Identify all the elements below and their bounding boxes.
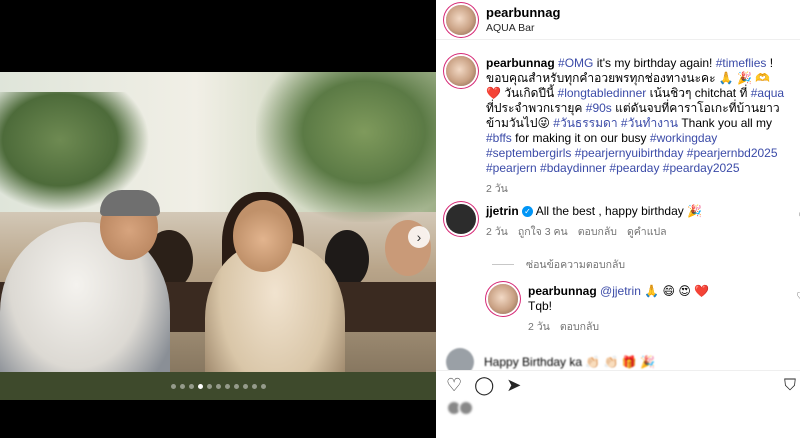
avatar[interactable] [446,4,476,35]
hashtag-link[interactable]: #aqua [751,86,784,100]
caption-segment: for making it on our busy [511,131,650,145]
carousel-dot [206,384,212,389]
comment-text: All the best , happy birthday 🎉 [535,204,703,218]
photo-man-cap [100,190,160,216]
reply-time: 2 วัน [528,321,550,333]
caption-segment: it's my birthday again! [593,56,716,70]
carousel-dot [224,384,230,389]
post-header: pearbunnag AQUA Bar [436,0,800,40]
carousel-dot [233,384,239,389]
hashtag-link[interactable]: #วันธรรมดา [553,116,617,130]
carousel-dot [170,384,176,389]
hashtag-link[interactable]: #วันทำงาน [621,116,678,130]
likes-summary[interactable] [446,400,474,416]
carousel-dot [260,384,266,389]
carousel-dot [242,384,248,389]
caption: pearbunnag #OMG it's my birthday again! … [446,56,796,197]
reply-item: pearbunnag @jjetrin 🙏 😄 😍 ❤️ Tqb! 2 วัน … [488,284,800,335]
carousel-dot [188,384,194,389]
divider [492,264,514,265]
comments-section: pearbunnag #OMG it's my birthday again! … [436,52,800,370]
carousel-dot [179,384,185,389]
hashtag-link[interactable]: #bffs [486,131,512,145]
caption-text: pearbunnag #OMG it's my birthday again! … [486,56,786,176]
hide-replies-label: ซ่อนข้อความตอบกลับ [526,259,626,271]
post-username[interactable]: pearbunnag [486,5,560,20]
comment-item: Happy Birthday ka 👏🏻 👏🏻 🎁 🎉 [446,348,796,370]
reply-mention[interactable]: @jjetrin [600,284,641,298]
carousel-next-button[interactable]: › [408,226,430,248]
hide-replies-toggle[interactable]: ซ่อนข้อความตอบกลับ [492,256,625,273]
comment-username[interactable]: jjetrin [486,204,519,218]
post-media: › [0,0,436,438]
carousel-dot [197,384,203,389]
chevron-right-icon: › [416,229,422,245]
comment-translate-button[interactable]: ดูคำแปล [627,225,667,240]
caption-segment: ที่ประจำพวกเรายุค [486,101,586,115]
post-photo[interactable] [0,72,436,400]
avatar[interactable] [446,56,476,86]
carousel-indicator [0,384,436,389]
heart-icon[interactable]: ♡ [446,375,462,396]
comment-reply-button[interactable]: ตอบกลับ [578,225,617,240]
reply-reply-button[interactable]: ตอบกลับ [560,320,599,335]
hashtag-link[interactable]: #90s [586,101,612,115]
post-location[interactable]: AQUA Bar [486,22,560,34]
comment-likes-count[interactable]: ถูกใจ 3 คน [518,225,568,240]
caption-segment: Thank you all my [678,116,773,130]
comment-time: 2 วัน [486,226,508,238]
reply-text-line2: Tqb! [528,299,553,313]
avatar[interactable] [488,284,518,314]
comment-text: Happy Birthday ka 👏🏻 👏🏻 🎁 🎉 [484,355,656,369]
reply-username[interactable]: pearbunnag [528,284,597,298]
comment-item: jjetrin ✓ All the best , happy birthday … [446,204,800,240]
bookmark-icon[interactable]: ⛉ [784,377,796,395]
caption-username[interactable]: pearbunnag [486,56,555,70]
carousel-dot [215,384,221,389]
share-icon[interactable]: ➤ [506,375,521,396]
avatar[interactable] [446,204,476,234]
photo-woman-head [233,200,293,272]
caption-time: 2 วัน [486,183,508,195]
hashtag-link[interactable]: #timeflies [716,56,767,70]
hashtag-link[interactable]: #OMG [558,56,593,70]
hashtag-link[interactable]: #longtabledinner [558,86,647,100]
avatar[interactable] [446,348,474,370]
caption-segment: เน้นชิวๆ chitchat ที่ [646,86,751,100]
avatar [458,400,474,416]
post-side-panel: pearbunnag AQUA Bar pearbunnag #OMG it's… [436,0,800,438]
carousel-dot [251,384,257,389]
heart-icon[interactable]: ♡ [796,290,800,303]
reply-text: 🙏 😄 😍 ❤️ [640,284,710,298]
post-actions: ♡ ◯ ➤ ⛉ [436,370,800,396]
comment-icon[interactable]: ◯ [474,375,494,396]
verified-icon: ✓ [522,206,534,218]
